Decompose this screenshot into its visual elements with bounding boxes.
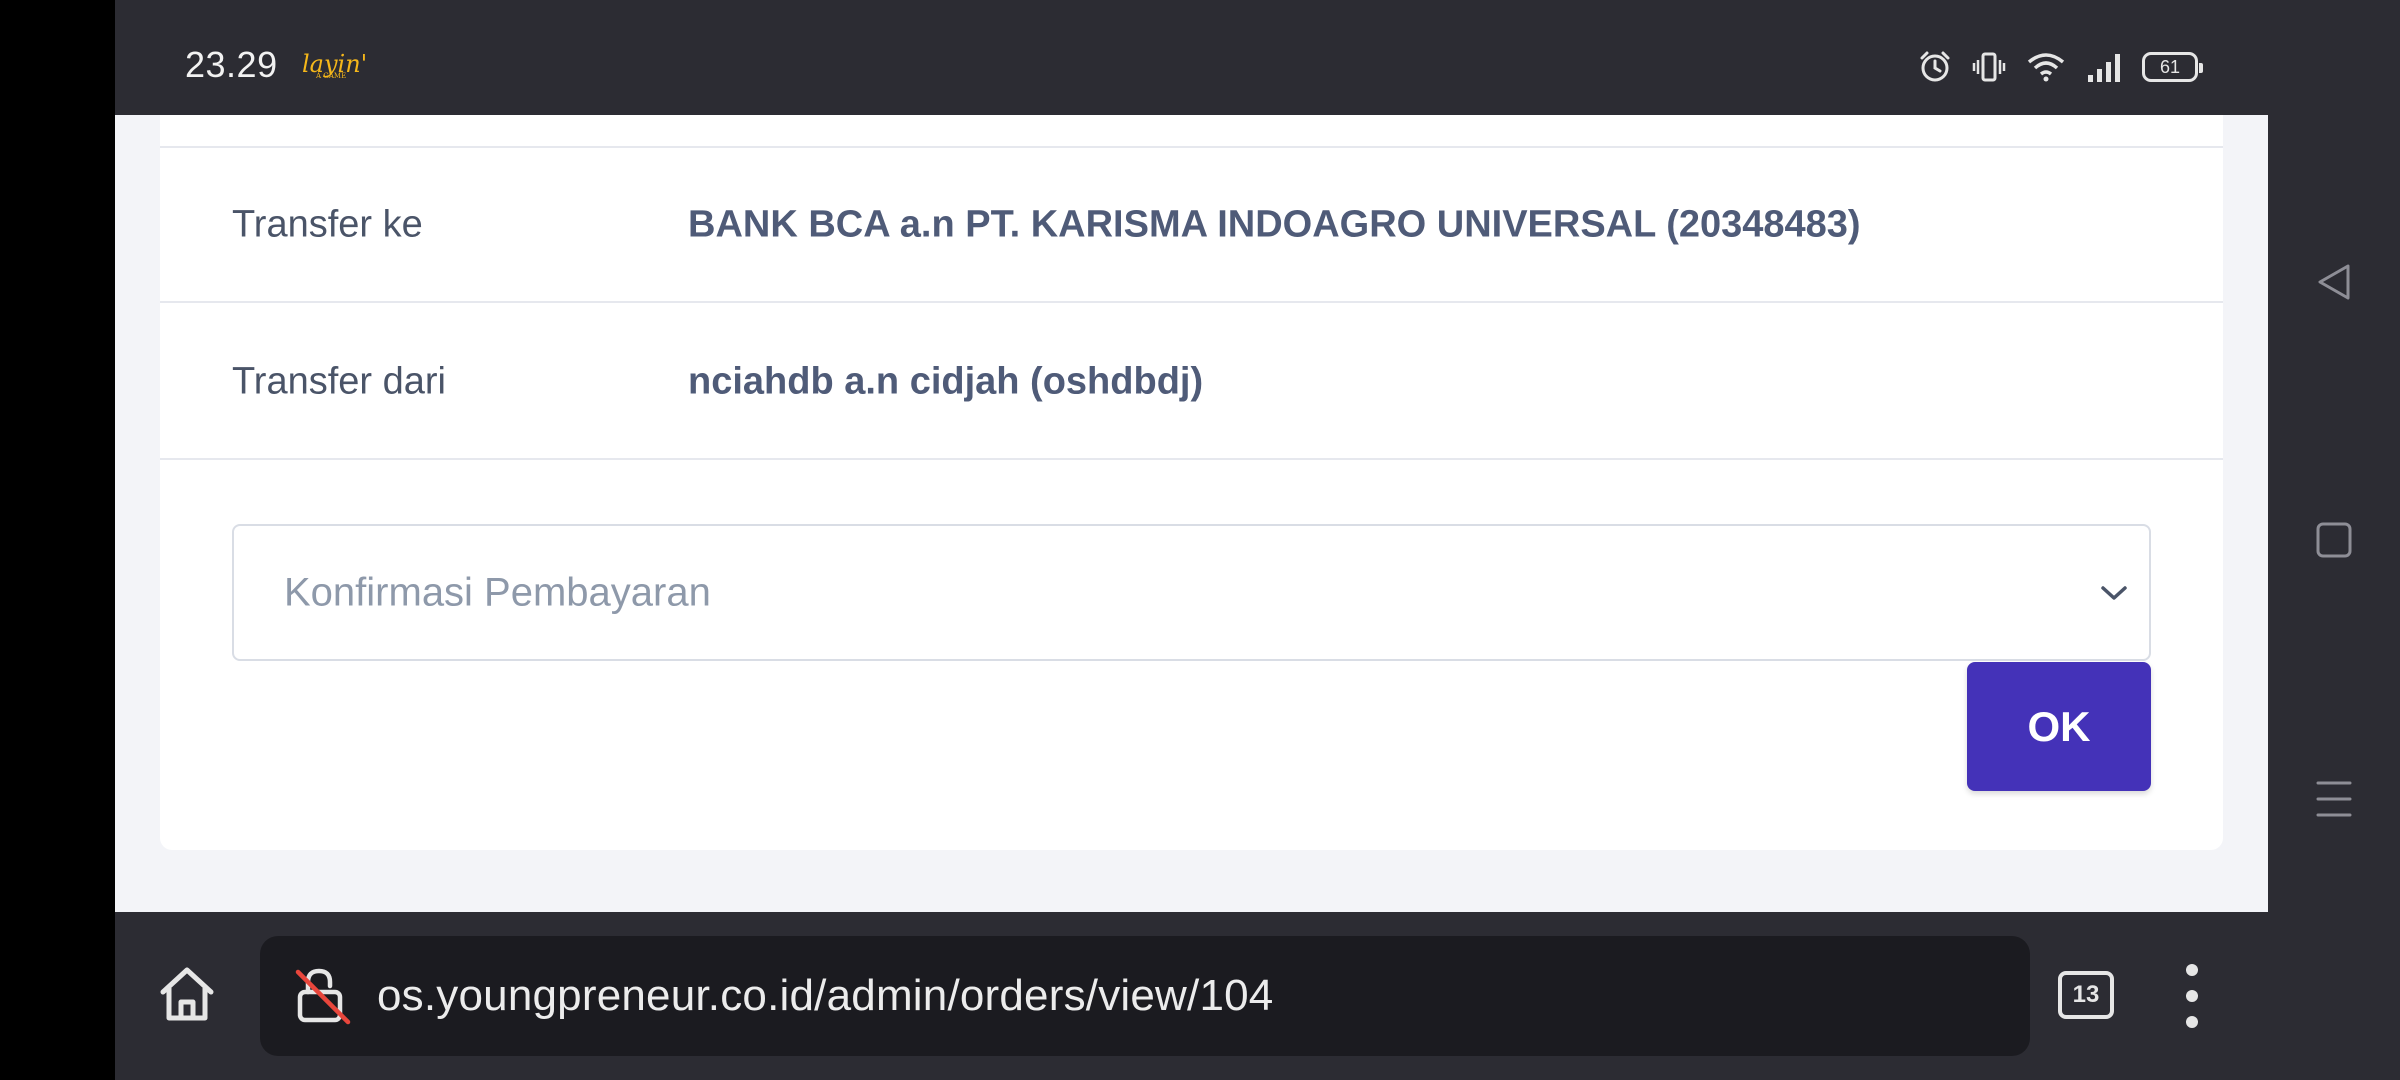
tab-switcher-button[interactable]: 13 <box>2058 971 2114 1019</box>
back-icon[interactable] <box>2314 262 2354 302</box>
ok-button[interactable]: OK <box>1967 662 2151 791</box>
tab-count: 13 <box>2072 981 2100 1008</box>
home-square-icon[interactable] <box>2314 520 2354 560</box>
status-icons: 61 <box>1918 50 2203 84</box>
app-notification-icon: layin' A GAME <box>302 50 368 80</box>
home-icon[interactable] <box>155 962 219 1026</box>
transfer-from-label: Transfer dari <box>232 360 446 402</box>
order-payment-card: Transfer ke BANK BCA a.n PT. KARISMA IND… <box>160 115 2223 850</box>
address-bar[interactable]: os.youngpreneur.co.id/admin/orders/view/… <box>260 936 2030 1056</box>
web-page-content: Transfer ke BANK BCA a.n PT. KARISMA IND… <box>115 115 2268 912</box>
chevron-down-icon <box>2101 585 2127 600</box>
transfer-from-row: Transfer dari nciahdb a.n cidjah (oshdbd… <box>160 305 2223 460</box>
status-time: 23.29 <box>185 44 278 85</box>
insecure-lock-icon[interactable] <box>292 966 352 1026</box>
transfer-from-value: nciahdb a.n cidjah (oshdbdj) <box>688 360 1204 402</box>
wifi-icon <box>2027 53 2065 82</box>
system-navigation-bar <box>2268 0 2400 1080</box>
signal-icon <box>2088 54 2120 82</box>
recents-menu-icon[interactable] <box>2314 777 2354 821</box>
battery-level: 61 <box>2159 56 2181 77</box>
battery-icon: 61 <box>2142 52 2203 82</box>
status-bar: 23.29 layin' A GAME 61 <box>115 0 2268 115</box>
browser-toolbar: os.youngpreneur.co.id/admin/orders/view/… <box>115 912 2268 1080</box>
vibrate-icon <box>1972 52 2006 82</box>
transfer-to-label: Transfer ke <box>232 203 423 245</box>
alarm-icon <box>1920 51 1950 82</box>
transfer-to-row: Transfer ke BANK BCA a.n PT. KARISMA IND… <box>160 148 2223 303</box>
url-text[interactable]: os.youngpreneur.co.id/admin/orders/view/… <box>377 971 1273 1021</box>
more-menu-icon[interactable] <box>2182 964 2202 1028</box>
screen-edge-cutout <box>0 0 115 1080</box>
payment-status-selected-value: Konfirmasi Pembayaran <box>284 570 711 614</box>
transfer-to-value: BANK BCA a.n PT. KARISMA INDOAGRO UNIVER… <box>688 203 1861 245</box>
payment-status-select[interactable]: Konfirmasi Pembayaran <box>232 524 2151 661</box>
